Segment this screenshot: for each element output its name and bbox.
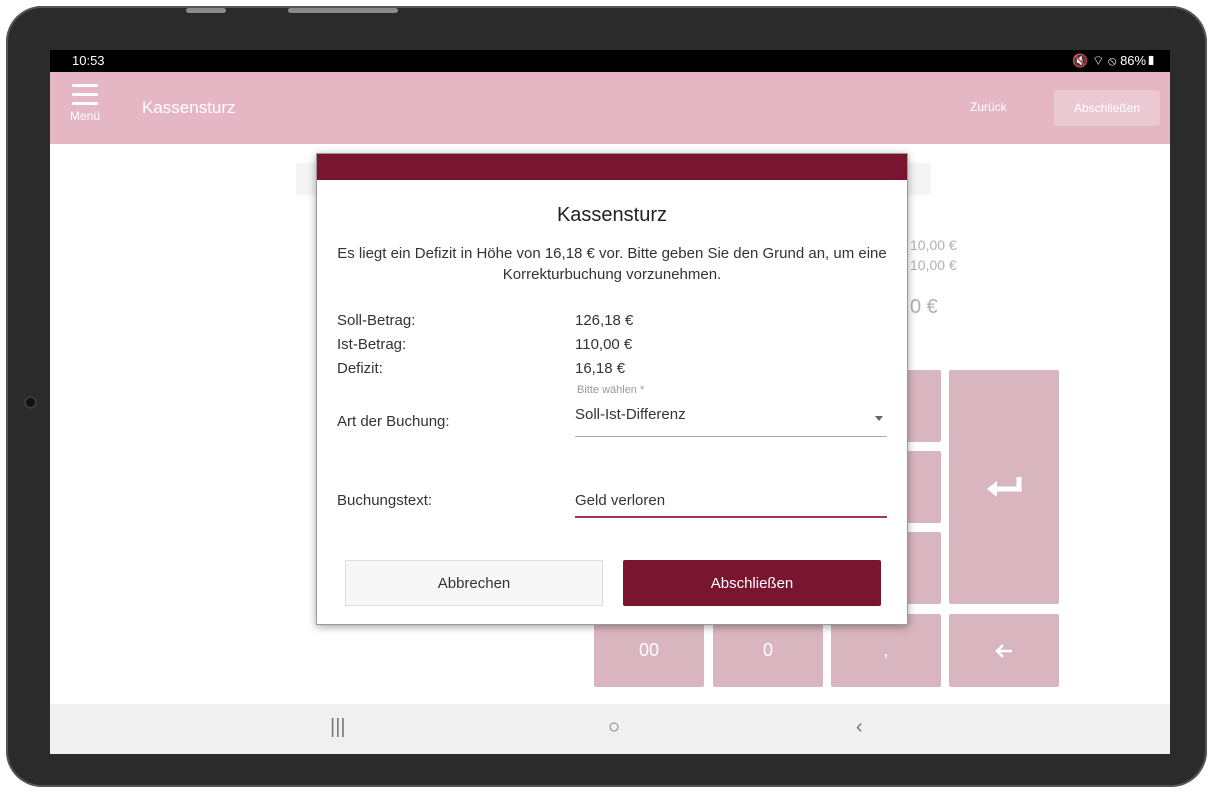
defizit-value: 16,18 € — [575, 360, 626, 377]
hamburger-icon — [72, 84, 98, 105]
power-button — [288, 8, 398, 13]
recents-icon[interactable]: ||| — [330, 716, 346, 739]
camera-icon — [26, 398, 35, 407]
page-title: Kassensturz — [142, 98, 236, 117]
volume-button — [186, 8, 226, 13]
system-nav-bar: ||| ○ ‹ — [50, 704, 1170, 754]
background-amounts: 10,00 € 10,00 € — [910, 235, 957, 275]
kassensturz-dialog: Kassensturz Es liegt ein Defizit in Höhe… — [316, 153, 908, 625]
ist-value: 110,00 € — [575, 336, 633, 353]
enter-key[interactable] — [949, 370, 1059, 604]
booking-type-label: Art der Buchung: — [337, 413, 450, 430]
dialog-title: Kassensturz — [556, 204, 668, 226]
background-amount: 10,00 € — [910, 257, 957, 273]
status-bar: 10:53 🔇 ⌔ ⦸ 86%▮ — [50, 50, 1170, 72]
back-link[interactable]: Zurück — [970, 100, 1007, 114]
booking-type-select[interactable]: Soll-Ist-Differenz — [575, 406, 887, 437]
dialog-message: Es liegt ein Defizit in Höhe von 16,18 €… — [337, 245, 887, 283]
cancel-button[interactable]: Abbrechen — [345, 560, 603, 606]
background-total: 0 € — [910, 296, 938, 318]
soll-value: 126,18 € — [575, 312, 634, 329]
dialog-header — [317, 154, 907, 180]
status-time: 10:53 — [72, 53, 105, 68]
booking-text-input[interactable] — [575, 484, 887, 518]
booking-type-hint: Bitte wählen * — [577, 384, 645, 396]
arrow-left-icon — [995, 643, 1012, 658]
chevron-down-icon — [875, 416, 883, 421]
finish-button[interactable]: Abschließen — [623, 560, 881, 606]
back-icon[interactable]: ‹ — [856, 716, 863, 739]
status-icons: 🔇 ⌔ ⦸ 86%▮ — [1072, 53, 1156, 68]
menu-button[interactable]: Menü — [62, 78, 108, 134]
menu-label: Menü — [69, 109, 101, 123]
booking-type-value: Soll-Ist-Differenz — [575, 406, 686, 423]
ist-label: Ist-Betrag: — [337, 336, 407, 353]
booking-text-label: Buchungstext: — [337, 492, 433, 509]
backspace-key[interactable] — [949, 614, 1059, 687]
home-icon[interactable]: ○ — [608, 716, 620, 739]
app-bar: Menü Kassensturz Zurück Abschließen — [50, 72, 1170, 144]
soll-label: Soll-Betrag: — [337, 312, 416, 329]
enter-icon — [987, 477, 1022, 497]
background-amount: 10,00 € — [910, 237, 957, 253]
finish-button-top[interactable]: Abschließen — [1054, 90, 1160, 126]
defizit-label: Defizit: — [337, 360, 383, 377]
